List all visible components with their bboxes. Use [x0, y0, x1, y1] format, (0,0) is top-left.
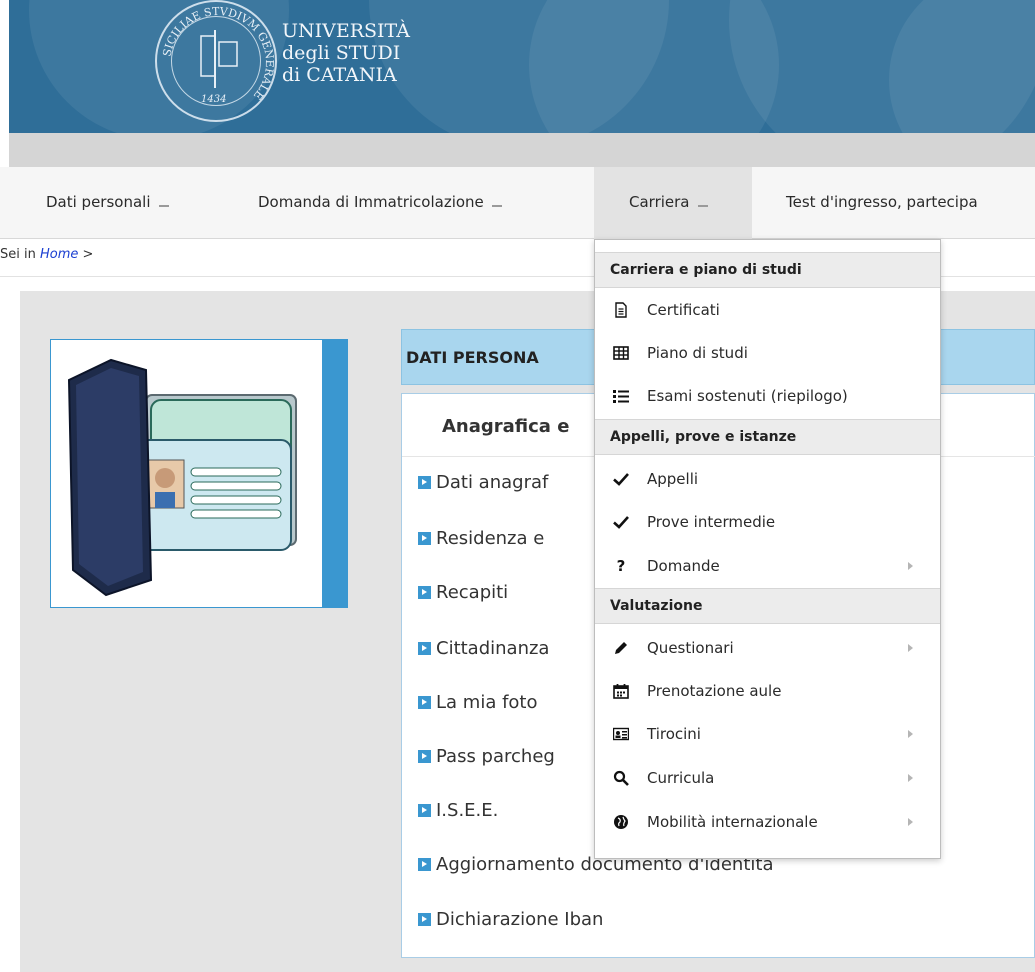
- calendar-icon: [613, 683, 629, 699]
- list-icon: [613, 388, 629, 404]
- chevron-right-icon: [908, 818, 913, 826]
- seal-inner-ring: [171, 16, 261, 106]
- menu-item-label: Tirocini: [647, 725, 701, 743]
- menu-item-piano-di-studi[interactable]: Piano di studi: [595, 332, 940, 375]
- breadcrumb: Sei in Home >: [0, 247, 93, 262]
- carriera-dropdown-menu: Carriera e piano di studi Certificati Pi…: [594, 239, 941, 859]
- chevron-right-icon: [908, 644, 913, 652]
- arrow-right-icon: [418, 804, 431, 817]
- search-icon: [613, 770, 629, 786]
- document-icon: [613, 302, 629, 318]
- menu-item-label: Questionari: [647, 639, 734, 657]
- menu-item-prenotazione-aule[interactable]: Prenotazione aule: [595, 670, 940, 713]
- chevron-right-icon: [908, 562, 913, 570]
- question-icon: ?: [616, 557, 626, 575]
- arrow-right-icon: [418, 858, 431, 871]
- nav-item-label: Dati personali: [46, 193, 151, 211]
- id-card-icon: [612, 726, 630, 742]
- link-residenza[interactable]: Residenza e: [418, 528, 544, 549]
- menu-group-header: Carriera e piano di studi: [595, 252, 940, 288]
- menu-item-prove-intermedie[interactable]: Prove intermedie: [595, 501, 940, 544]
- nav-item-test-ingresso[interactable]: Test d'ingresso, partecipa: [770, 167, 978, 239]
- breadcrumb-prefix: Sei in: [0, 247, 36, 262]
- nav-item-label: Domanda di Immatricolazione: [258, 193, 484, 211]
- menu-item-label: Curricula: [647, 769, 715, 787]
- link-cittadinanza[interactable]: Cittadinanza: [418, 638, 549, 659]
- link-label: Dichiarazione Iban: [436, 909, 604, 930]
- nav-item-label: Carriera: [629, 193, 690, 211]
- link-dati-anagrafici[interactable]: Dati anagraf: [418, 472, 548, 493]
- menu-item-label: Appelli: [647, 470, 699, 488]
- main-nav: Dati personali Domanda di Immatricolazio…: [0, 167, 1035, 239]
- menu-item-label: Domande: [647, 557, 720, 575]
- menu-item-domande[interactable]: ? Domande: [595, 545, 940, 588]
- globe-icon: [613, 814, 629, 830]
- link-label: La mia foto: [436, 692, 538, 713]
- chevron-right-icon: [908, 774, 913, 782]
- link-label: Pass parcheg: [436, 746, 555, 767]
- section-header-label: DATI PERSONA: [406, 348, 539, 367]
- check-icon: [613, 514, 629, 530]
- university-name[interactable]: UNIVERSITÀ degli STUDI di CATANIA: [282, 20, 410, 86]
- menu-item-questionari[interactable]: Questionari: [595, 627, 940, 670]
- link-label: Dati anagraf: [436, 472, 549, 493]
- nav-item-dati-personali[interactable]: Dati personali: [30, 167, 169, 239]
- link-label: Cittadinanza: [436, 638, 550, 659]
- header-band: [9, 133, 1035, 167]
- check-icon: [613, 471, 629, 487]
- personal-data-illustration: [50, 339, 348, 608]
- link-pass-parcheggio[interactable]: Pass parcheg: [418, 746, 555, 767]
- nav-item-label: Test d'ingresso, partecipa: [786, 193, 978, 211]
- breadcrumb-home-link[interactable]: Home: [40, 247, 78, 262]
- menu-item-label: Piano di studi: [647, 344, 748, 362]
- menu-item-label: Esami sostenuti (riepilogo): [647, 387, 848, 405]
- menu-item-certificati[interactable]: Certificati: [595, 289, 940, 332]
- pencil-icon: [613, 640, 629, 656]
- chevron-right-icon: [908, 730, 913, 738]
- nav-item-domanda-immatricolazione[interactable]: Domanda di Immatricolazione: [242, 167, 502, 239]
- arrow-right-icon: [418, 476, 431, 489]
- link-dichiarazione-iban[interactable]: Dichiarazione Iban: [418, 909, 603, 930]
- university-name-line-3: di CATANIA: [282, 64, 397, 86]
- arrow-right-icon: [418, 696, 431, 709]
- link-label: I.S.E.E.: [436, 800, 499, 821]
- university-name-line-1: UNIVERSITÀ: [282, 20, 410, 42]
- menu-item-label: Mobilità internazionale: [647, 813, 818, 831]
- breadcrumb-separator: >: [82, 247, 94, 262]
- chevron-down-icon: [697, 204, 708, 207]
- seal-year: 1434: [201, 94, 227, 105]
- arrow-right-icon: [418, 750, 431, 763]
- menu-item-mobilita-internazionale[interactable]: Mobilità internazionale: [595, 801, 940, 844]
- menu-item-label: Prenotazione aule: [647, 682, 782, 700]
- chevron-down-icon: [158, 204, 169, 207]
- menu-group-header: Appelli, prove e istanze: [595, 419, 940, 455]
- menu-item-appelli[interactable]: Appelli: [595, 458, 940, 501]
- chevron-down-icon: [491, 204, 502, 207]
- menu-item-label: Prove intermedie: [647, 513, 776, 531]
- arrow-right-icon: [418, 586, 431, 599]
- folder-cards-image: [67, 358, 297, 597]
- link-label: Residenza e: [436, 528, 545, 549]
- link-la-mia-foto[interactable]: La mia foto: [418, 692, 538, 713]
- nav-item-carriera[interactable]: Carriera: [594, 167, 752, 239]
- university-seal-logo[interactable]: SICILIAE STVDIVM GENERALE 1434: [155, 0, 277, 122]
- arrow-right-icon: [418, 642, 431, 655]
- site-header: SICILIAE STVDIVM GENERALE 1434 UNIVERSIT…: [9, 0, 1035, 133]
- table-icon: [613, 345, 629, 361]
- menu-item-esami-sostenuti[interactable]: Esami sostenuti (riepilogo): [595, 375, 940, 418]
- link-isee[interactable]: I.S.E.E.: [418, 800, 498, 821]
- link-recapiti[interactable]: Recapiti: [418, 582, 508, 603]
- panel-title: Anagrafica e: [442, 416, 570, 437]
- arrow-right-icon: [418, 913, 431, 926]
- arrow-right-icon: [418, 532, 431, 545]
- link-label: Recapiti: [436, 582, 509, 603]
- menu-item-curricula[interactable]: Curricula: [595, 757, 940, 800]
- menu-item-tirocini[interactable]: Tirocini: [595, 713, 940, 756]
- menu-group-header: Valutazione: [595, 588, 940, 624]
- menu-item-label: Certificati: [647, 301, 720, 319]
- university-name-line-2: degli STUDI: [282, 42, 401, 64]
